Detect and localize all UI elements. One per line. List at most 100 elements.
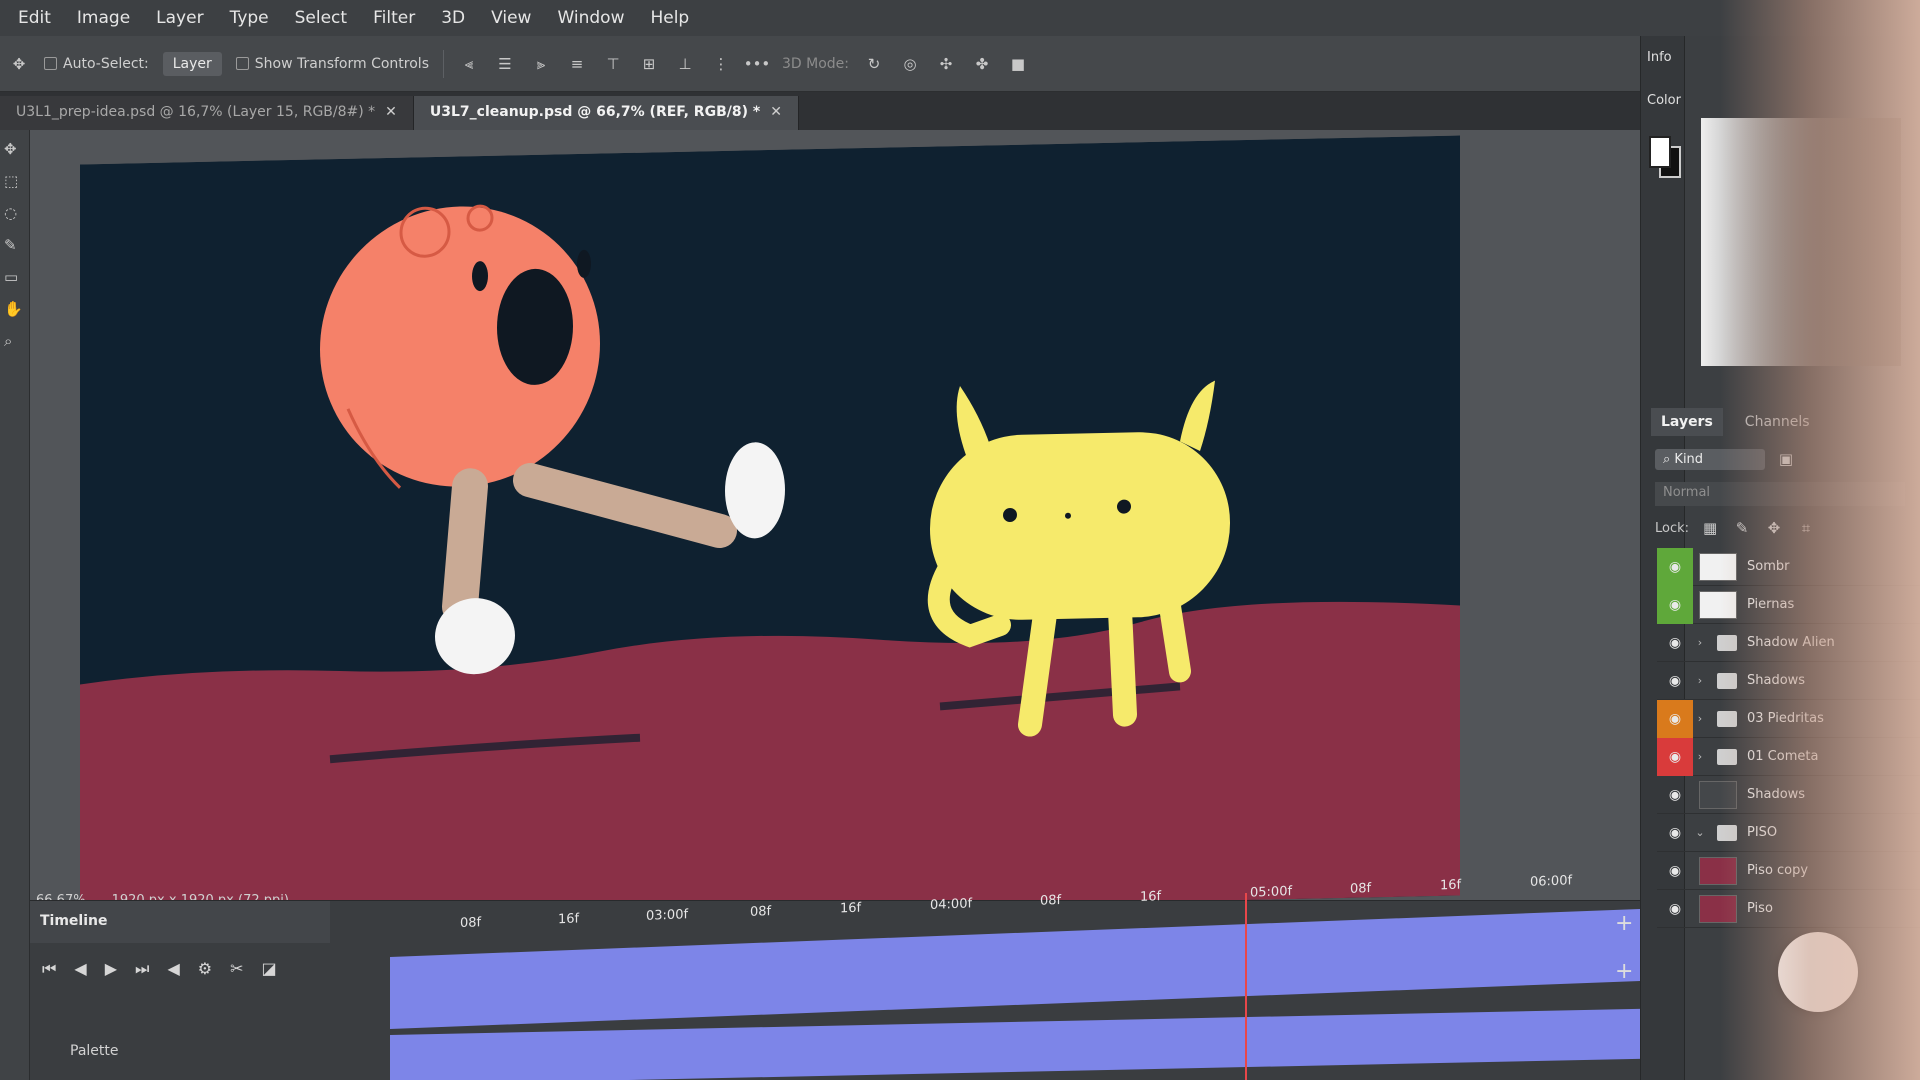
visibility-eye-icon[interactable]: ◉ xyxy=(1657,814,1693,852)
menu-help[interactable]: Help xyxy=(650,8,689,28)
layer-row[interactable]: ◉ Shadows xyxy=(1657,776,1920,814)
show-transform-checkbox[interactable]: Show Transform Controls xyxy=(235,56,429,72)
palette-label[interactable]: Palette xyxy=(70,1043,119,1059)
visibility-eye-icon[interactable]: ◉ xyxy=(1657,699,1693,738)
playhead[interactable] xyxy=(1245,893,1247,1080)
layer-row[interactable]: ◉ › 03 Piedritas xyxy=(1657,699,1920,738)
layer-row[interactable]: ◉ Piernas xyxy=(1657,585,1920,624)
settings-icon[interactable]: ⚙ xyxy=(198,959,212,979)
layer-row[interactable]: ◉ › Shadows xyxy=(1657,662,1920,700)
auto-select-checkbox[interactable]: Auto-Select: xyxy=(44,56,149,72)
tab-cleanup[interactable]: U3L7_cleanup.psd @ 66,7% (REF, RGB/8) * ✕ xyxy=(413,96,799,130)
visibility-eye-icon[interactable]: ◉ xyxy=(1657,585,1693,624)
artboard[interactable] xyxy=(80,135,1460,925)
chevron-right-icon[interactable]: › xyxy=(1693,636,1707,649)
pan-icon[interactable]: ✣ xyxy=(935,53,957,75)
image-filter-icon[interactable]: ▣ xyxy=(1775,448,1797,470)
eraser-icon[interactable]: ▭ xyxy=(4,268,26,290)
menu-image[interactable]: Image xyxy=(77,8,130,28)
tab-label: U3L7_cleanup.psd @ 66,7% (REF, RGB/8) * xyxy=(429,104,761,120)
roll-icon[interactable]: ◎ xyxy=(899,53,921,75)
marquee-icon[interactable]: ⬚ xyxy=(4,172,26,194)
color-panel-tab[interactable]: Color xyxy=(1641,79,1684,122)
align-bottom-icon[interactable]: ⊥ xyxy=(674,53,696,75)
close-icon[interactable]: ✕ xyxy=(385,104,397,120)
zoom-icon[interactable]: ⌕ xyxy=(4,332,26,354)
move-icon[interactable]: ✥ xyxy=(4,140,26,162)
close-icon[interactable]: ✕ xyxy=(770,104,782,120)
visibility-eye-icon[interactable]: ◉ xyxy=(1657,776,1693,814)
menu-3d[interactable]: 3D xyxy=(441,8,465,28)
timeline-title[interactable]: Timeline xyxy=(30,901,330,943)
layer-name: 03 Piedritas xyxy=(1747,711,1824,726)
folder-icon xyxy=(1717,748,1737,765)
brush-icon[interactable]: ✎ xyxy=(4,236,26,258)
menu-type[interactable]: Type xyxy=(230,8,269,28)
more-options-icon[interactable]: ••• xyxy=(744,53,771,75)
info-panel-tab[interactable]: Info xyxy=(1641,36,1684,79)
chevron-down-icon[interactable]: ⌄ xyxy=(1693,826,1707,839)
align-left-icon[interactable]: ⫷ xyxy=(458,53,480,75)
color-picker-field[interactable] xyxy=(1701,118,1901,366)
split-scissors-icon[interactable]: ✂ xyxy=(230,959,243,979)
distribute-icon[interactable]: ≡ xyxy=(566,53,588,75)
camera-icon[interactable]: ■ xyxy=(1007,53,1029,75)
align-center-icon[interactable]: ☰ xyxy=(494,53,516,75)
canvas-area[interactable] xyxy=(30,130,1640,925)
menu-select[interactable]: Select xyxy=(295,8,347,28)
tab-prep-idea[interactable]: U3L1_prep-idea.psd @ 16,7% (Layer 15, RG… xyxy=(0,96,414,130)
kind-filter-dropdown[interactable]: ⌕ Kind xyxy=(1655,448,1765,470)
align-top-icon[interactable]: ⊤ xyxy=(602,53,624,75)
align-middle-icon[interactable]: ⊞ xyxy=(638,53,660,75)
add-media-icon[interactable]: + xyxy=(1615,959,1633,984)
prev-frame-icon[interactable]: ◀ xyxy=(74,959,86,979)
color-swatch[interactable] xyxy=(1649,136,1681,178)
options-bar: ✥ Auto-Select: Layer Show Transform Cont… xyxy=(0,36,1640,92)
slide-icon[interactable]: ✤ xyxy=(971,53,993,75)
ruler-tick: 06:00f xyxy=(1530,873,1573,890)
menu-edit[interactable]: Edit xyxy=(18,8,51,28)
menu-window[interactable]: Window xyxy=(557,8,624,28)
menu-layer[interactable]: Layer xyxy=(156,8,203,28)
chevron-right-icon[interactable]: › xyxy=(1693,674,1707,687)
visibility-eye-icon[interactable]: ◉ xyxy=(1657,662,1693,700)
layer-name: Shadow Alien xyxy=(1747,635,1835,650)
lock-pixels-icon[interactable]: ✎ xyxy=(1731,517,1753,539)
visibility-eye-icon[interactable]: ◉ xyxy=(1657,737,1693,776)
menu-filter[interactable]: Filter xyxy=(373,8,415,28)
next-frame-icon[interactable]: ⏭ xyxy=(135,959,149,979)
menu-view[interactable]: View xyxy=(491,8,531,28)
visibility-eye-icon[interactable]: ◉ xyxy=(1657,624,1693,662)
lock-artboard-icon[interactable]: ⌗ xyxy=(1795,517,1817,539)
move-tool-icon[interactable]: ✥ xyxy=(8,53,30,75)
layer-row[interactable]: ◉ Piso xyxy=(1657,890,1920,928)
layer-row[interactable]: ◉ Piso copy xyxy=(1657,852,1920,890)
hand-icon[interactable]: ✋ xyxy=(4,300,26,322)
visibility-eye-icon[interactable]: ◉ xyxy=(1657,852,1693,890)
layer-row[interactable]: ◉ › 01 Cometa xyxy=(1657,737,1920,776)
lock-transparency-icon[interactable]: ▦ xyxy=(1699,517,1721,539)
chevron-right-icon[interactable]: › xyxy=(1693,750,1707,763)
align-right-icon[interactable]: ⫸ xyxy=(530,53,552,75)
first-frame-icon[interactable]: ⏮ xyxy=(42,959,56,979)
visibility-eye-icon[interactable]: ◉ xyxy=(1657,547,1693,586)
tab-channels[interactable]: Channels xyxy=(1735,408,1820,436)
layer-row[interactable]: ◉ Sombr xyxy=(1657,547,1920,586)
orbit-icon[interactable]: ↻ xyxy=(863,53,885,75)
alien-leg-2 xyxy=(1108,598,1137,727)
lasso-icon[interactable]: ◌ xyxy=(4,204,26,226)
layer-row[interactable]: ◉ › Shadow Alien xyxy=(1657,624,1920,662)
chevron-right-icon[interactable]: › xyxy=(1693,712,1707,725)
play-icon[interactable]: ▶ xyxy=(105,959,117,979)
auto-select-dropdown[interactable]: Layer xyxy=(162,51,222,76)
distribute-vertical-icon[interactable]: ⋮ xyxy=(710,53,732,75)
blend-mode-dropdown[interactable]: Normal xyxy=(1655,482,1905,506)
layer-row[interactable]: ◉ ⌄ PISO xyxy=(1657,814,1920,852)
add-media-icon[interactable]: + xyxy=(1615,911,1633,936)
visibility-eye-icon[interactable]: ◉ xyxy=(1657,890,1693,928)
floating-action-button[interactable] xyxy=(1778,932,1858,1012)
transition-icon[interactable]: ◪ xyxy=(262,959,277,979)
tab-layers[interactable]: Layers xyxy=(1651,408,1723,436)
audio-icon[interactable]: ◀ xyxy=(167,959,179,979)
lock-position-icon[interactable]: ✥ xyxy=(1763,517,1785,539)
